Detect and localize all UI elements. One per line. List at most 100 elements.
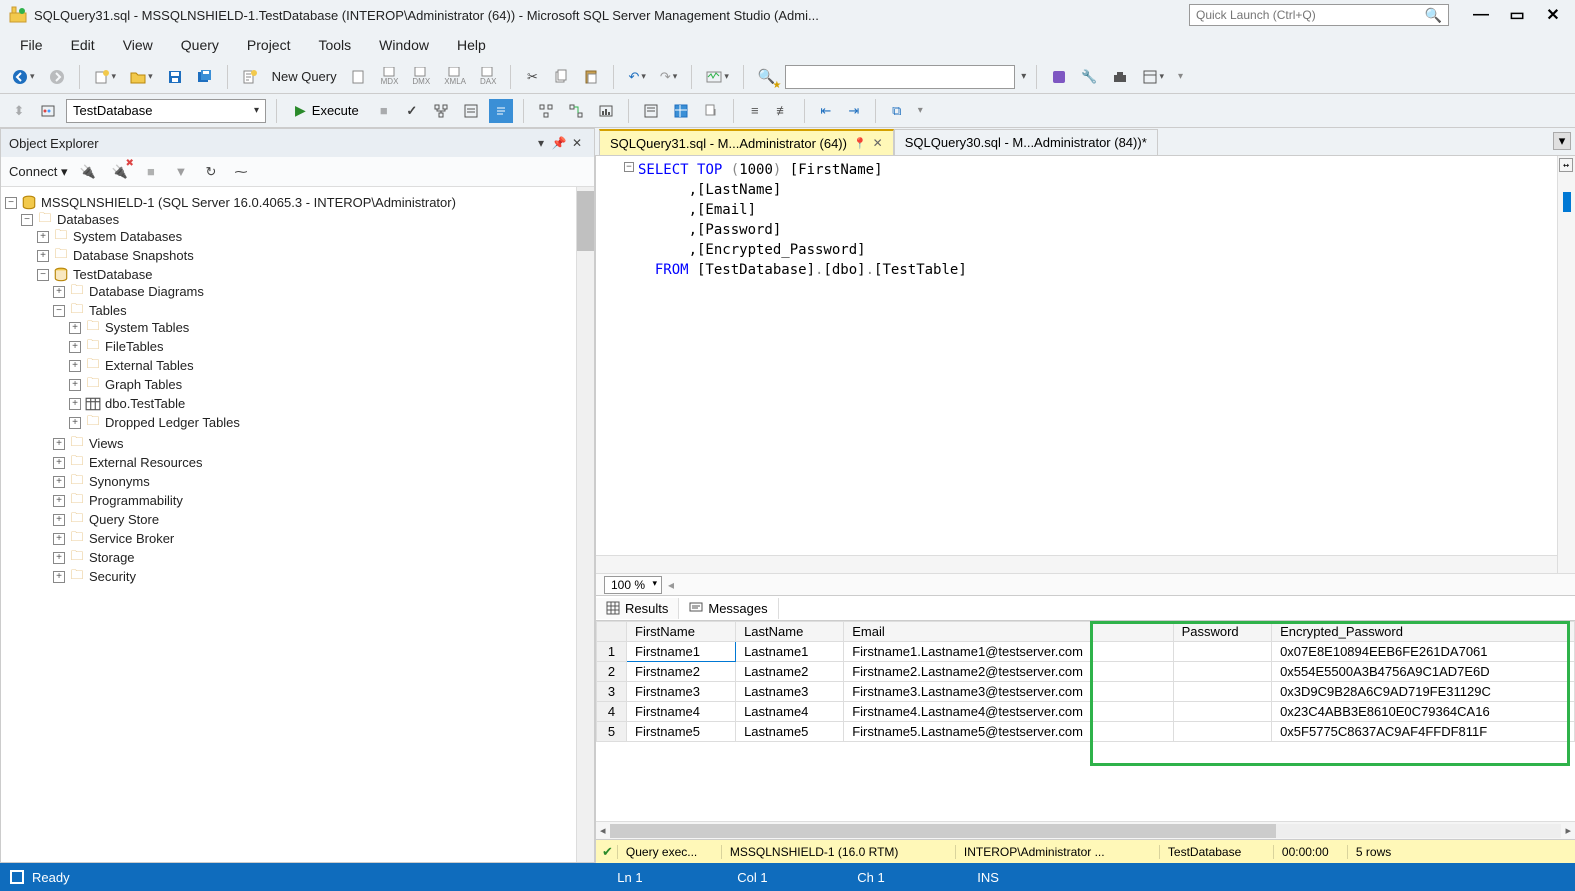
window-layout-button[interactable]: ▾ xyxy=(1138,65,1169,89)
decrease-indent-button[interactable]: ⇤ xyxy=(815,99,837,123)
row-number[interactable]: 4 xyxy=(597,702,627,722)
cell-email[interactable]: Firstname4.Lastname4@testserver.com xyxy=(844,702,1173,722)
cell-email[interactable]: Firstname3.Lastname3@testserver.com xyxy=(844,682,1173,702)
search-input[interactable] xyxy=(785,65,1015,89)
connect-label[interactable]: Connect ▾ xyxy=(9,164,68,180)
cell-password[interactable] xyxy=(1173,702,1272,722)
col-email[interactable]: Email xyxy=(844,622,1173,642)
maximize-button[interactable]: ▭ xyxy=(1503,4,1531,26)
col-lastname[interactable]: LastName xyxy=(736,622,844,642)
tree-expand-icon[interactable]: + xyxy=(69,322,81,334)
tree-expand-icon[interactable]: + xyxy=(37,231,49,243)
minimize-button[interactable]: — xyxy=(1467,4,1495,26)
tree-testdatabase[interactable]: TestDatabase xyxy=(73,267,153,282)
intellisense-button[interactable] xyxy=(489,99,513,123)
tree-dbo-testtable[interactable]: dbo.TestTable xyxy=(105,396,185,411)
tree-expand-icon[interactable]: + xyxy=(53,533,65,545)
table-row[interactable]: 1 Firstname1 Lastname1 Firstname1.Lastna… xyxy=(597,642,1575,662)
tree-expand-icon[interactable]: + xyxy=(53,571,65,583)
new-query-button[interactable] xyxy=(238,65,262,89)
menu-edit[interactable]: Edit xyxy=(59,33,107,57)
menu-file[interactable]: File xyxy=(8,33,55,57)
change-connection-button[interactable]: ⬍ xyxy=(8,99,30,123)
pulse-icon[interactable]: ⁓ xyxy=(230,160,252,184)
display-plan-button[interactable] xyxy=(429,99,453,123)
tab-sqlquery30[interactable]: SQLQuery30.sql - M...Administrator (84))… xyxy=(894,129,1158,155)
registered-servers-button[interactable] xyxy=(1047,65,1071,89)
stop-button[interactable]: ■ xyxy=(373,99,395,123)
tree-system-tables[interactable]: System Tables xyxy=(105,320,189,335)
tree-synonyms[interactable]: Synonyms xyxy=(89,474,150,489)
cell-encrypted-password[interactable]: 0x23C4ABB3E8610E0C79364CA16 xyxy=(1272,702,1575,722)
cell-firstname[interactable]: Firstname2 xyxy=(627,662,736,682)
tree-scrollbar[interactable] xyxy=(576,187,594,862)
tree-expand-icon[interactable]: + xyxy=(53,476,65,488)
refresh-icon[interactable]: ↻ xyxy=(200,160,222,184)
object-explorer-tree[interactable]: −MSSQLNSHIELD-1 (SQL Server 16.0.4065.3 … xyxy=(1,187,594,862)
cell-firstname[interactable]: Firstname4 xyxy=(627,702,736,722)
cell-lastname[interactable]: Lastname5 xyxy=(736,722,844,742)
table-row[interactable]: 5 Firstname5 Lastname5 Firstname5.Lastna… xyxy=(597,722,1575,742)
cell-firstname[interactable]: Firstname5 xyxy=(627,722,736,742)
row-number[interactable]: 3 xyxy=(597,682,627,702)
stop-icon[interactable]: ■ xyxy=(140,160,162,184)
results-grid[interactable]: FirstName LastName Email Password Encryp… xyxy=(596,621,1575,821)
disconnect-icon[interactable]: 🔌✖ xyxy=(108,160,132,184)
tree-expand-icon[interactable]: + xyxy=(53,438,65,450)
save-all-button[interactable] xyxy=(193,65,217,89)
cell-email[interactable]: Firstname1.Lastname1@testserver.com xyxy=(844,642,1173,662)
results-to-text-button[interactable] xyxy=(639,99,663,123)
tree-file-tables[interactable]: FileTables xyxy=(105,339,164,354)
tree-expand-icon[interactable]: + xyxy=(53,457,65,469)
increase-indent-button[interactable]: ⇥ xyxy=(843,99,865,123)
row-number[interactable]: 1 xyxy=(597,642,627,662)
tree-programmability[interactable]: Programmability xyxy=(89,493,183,508)
activity-monitor-button[interactable]: ▾ xyxy=(702,65,733,89)
results-to-file-button[interactable] xyxy=(699,99,723,123)
comment-button[interactable]: ≡ xyxy=(744,99,766,123)
query-dmx-button[interactable]: DMX xyxy=(408,65,434,89)
query-options-button[interactable] xyxy=(459,99,483,123)
table-row[interactable]: 4 Firstname4 Lastname4 Firstname4.Lastna… xyxy=(597,702,1575,722)
client-stats-button[interactable] xyxy=(594,99,618,123)
quick-launch[interactable]: 🔍 xyxy=(1189,4,1449,26)
table-row[interactable]: 3 Firstname3 Lastname3 Firstname3.Lastna… xyxy=(597,682,1575,702)
row-number[interactable]: 5 xyxy=(597,722,627,742)
tree-graph-tables[interactable]: Graph Tables xyxy=(105,377,182,392)
tree-dropped-ledger[interactable]: Dropped Ledger Tables xyxy=(105,415,240,430)
cell-password[interactable] xyxy=(1173,662,1272,682)
panel-dropdown-icon[interactable]: ▾ xyxy=(532,136,550,150)
panel-pin-icon[interactable]: 📌 xyxy=(550,136,568,150)
col-firstname[interactable]: FirstName xyxy=(627,622,736,642)
cell-firstname[interactable]: Firstname3 xyxy=(627,682,736,702)
cell-lastname[interactable]: Lastname3 xyxy=(736,682,844,702)
query-xmla-button[interactable]: XMLA xyxy=(440,65,470,89)
tree-storage[interactable]: Storage xyxy=(89,550,135,565)
new-item-button[interactable]: ▾ xyxy=(90,65,121,89)
uncomment-button[interactable]: ≢ xyxy=(772,99,794,123)
tree-database-snapshots[interactable]: Database Snapshots xyxy=(73,248,194,263)
save-button[interactable] xyxy=(163,65,187,89)
menu-project[interactable]: Project xyxy=(235,33,303,57)
row-number[interactable]: 2 xyxy=(597,662,627,682)
open-button[interactable]: ▾ xyxy=(126,65,157,89)
tree-security[interactable]: Security xyxy=(89,569,136,584)
scroll-right-icon[interactable]: ▸ xyxy=(1565,824,1571,837)
editor-hscrollbar[interactable] xyxy=(596,555,1557,573)
scroll-left-icon[interactable]: ◂ xyxy=(600,824,606,837)
tabs-menu-button[interactable]: ▾ xyxy=(1553,132,1571,150)
copy-button[interactable] xyxy=(549,65,573,89)
tree-expand-icon[interactable]: + xyxy=(69,341,81,353)
messages-tab[interactable]: Messages xyxy=(679,598,778,619)
col-encrypted-password[interactable]: Encrypted_Password xyxy=(1272,622,1575,642)
query-mdx-button[interactable]: MDX xyxy=(377,65,403,89)
tree-views[interactable]: Views xyxy=(89,436,123,451)
tree-collapse-icon[interactable]: − xyxy=(37,269,49,281)
query-mdi-button[interactable] xyxy=(347,65,371,89)
tree-expand-icon[interactable]: + xyxy=(53,286,65,298)
cell-firstname[interactable]: Firstname1 xyxy=(627,642,736,662)
col-password[interactable]: Password xyxy=(1173,622,1272,642)
tree-expand-icon[interactable]: + xyxy=(69,417,81,429)
parse-button[interactable]: ✓ xyxy=(401,99,423,123)
toolbox-button[interactable] xyxy=(1108,65,1132,89)
